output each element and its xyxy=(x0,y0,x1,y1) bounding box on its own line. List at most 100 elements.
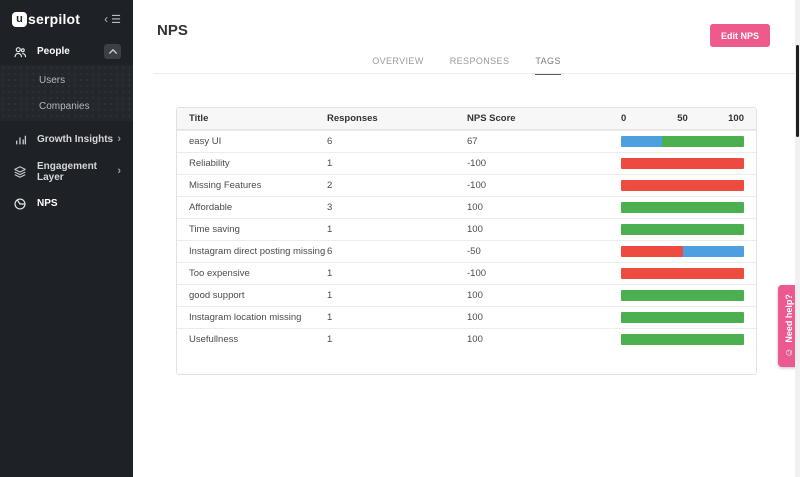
table-row[interactable]: Too expensive 1 -100 xyxy=(177,262,756,284)
nps-distribution-bar xyxy=(621,158,744,169)
tag-responses: 1 xyxy=(327,290,467,301)
nps-gauge-icon xyxy=(12,197,28,211)
bar-segment-detractor xyxy=(621,158,744,169)
bar-segment-promoter xyxy=(621,290,744,301)
sidebar-item-nps[interactable]: NPS xyxy=(0,190,133,217)
logo-text: serpilot xyxy=(28,11,80,27)
bar-segment-promoter xyxy=(621,334,744,345)
sidebar-item-label: NPS xyxy=(37,198,58,209)
table-row[interactable]: Reliability 1 -100 xyxy=(177,152,756,174)
sidebar-item-label: Growth Insights xyxy=(37,134,113,145)
nps-distribution-bar xyxy=(621,290,744,301)
sidebar-item-label: People xyxy=(37,46,70,57)
nps-distribution-bar xyxy=(621,180,744,191)
logo-icon: u xyxy=(12,12,27,27)
tag-responses: 1 xyxy=(327,224,467,235)
tag-responses: 6 xyxy=(327,246,467,257)
tag-responses: 1 xyxy=(327,312,467,323)
bar-chart-icon xyxy=(12,133,28,146)
tag-title: Instagram location missing xyxy=(189,312,327,323)
tag-nps-score: -100 xyxy=(467,180,621,191)
chevron-right-icon: › xyxy=(117,166,121,177)
tag-title: easy UI xyxy=(189,136,327,147)
bar-segment-detractor xyxy=(621,246,683,257)
sidebar-item-people[interactable]: People xyxy=(0,38,133,65)
tag-nps-score: 100 xyxy=(467,290,621,301)
tag-nps-score: 100 xyxy=(467,224,621,235)
tag-responses: 1 xyxy=(327,334,467,345)
tag-nps-score: 100 xyxy=(467,202,621,213)
table-row[interactable]: Time saving 1 100 xyxy=(177,218,756,240)
bar-segment-promoter xyxy=(621,312,744,323)
nps-distribution-bar xyxy=(621,268,744,279)
bar-segment-detractor xyxy=(621,268,744,279)
scrollbar-thumb[interactable] xyxy=(796,45,799,137)
tag-responses: 2 xyxy=(327,180,467,191)
people-submenu: Users Companies xyxy=(0,65,133,121)
bar-segment-promoter xyxy=(621,224,744,235)
tag-nps-score: -50 xyxy=(467,246,621,257)
page-title: NPS xyxy=(157,22,188,39)
main-content: NPS Edit NPS OVERVIEW RESPONSES TAGS Tit… xyxy=(133,0,800,477)
sidebar-item-companies[interactable]: Companies xyxy=(0,93,133,119)
bar-segment-passive xyxy=(683,246,745,257)
column-header-nps-score: NPS Score xyxy=(467,113,621,124)
bar-segment-promoter xyxy=(662,136,744,147)
edit-nps-button[interactable]: Edit NPS xyxy=(710,24,770,47)
tag-responses: 3 xyxy=(327,202,467,213)
chevron-right-icon: › xyxy=(117,134,121,145)
tag-nps-score: 100 xyxy=(467,334,621,345)
tag-title: Reliability xyxy=(189,158,327,169)
sidebar-item-label: Users xyxy=(39,75,65,86)
table-row[interactable]: Usefullness 1 100 xyxy=(177,328,756,350)
sidebar: u serpilot ‹ ☰ People xyxy=(0,0,133,477)
nps-distribution-bar xyxy=(621,136,744,147)
sidebar-item-growth-insights[interactable]: Growth Insights › xyxy=(0,126,133,153)
nps-distribution-bar xyxy=(621,224,744,235)
bar-scale: 0 50 100 xyxy=(621,108,744,129)
column-header-title: Title xyxy=(189,113,327,124)
table-row[interactable]: Missing Features 2 -100 xyxy=(177,174,756,196)
sidebar-item-engagement-layer[interactable]: Engagement Layer › xyxy=(0,158,133,185)
table-row[interactable]: Instagram direct posting missing 6 -50 xyxy=(177,240,756,262)
table-body: easy UI 6 67 Reliability 1 -100 Missing … xyxy=(177,130,756,350)
logo: u serpilot ‹ ☰ xyxy=(0,0,133,38)
tag-nps-score: 67 xyxy=(467,136,621,147)
scale-min-label: 0 xyxy=(621,113,626,124)
hamburger-icon: ☰ xyxy=(111,13,121,26)
tag-nps-score: -100 xyxy=(467,158,621,169)
people-icon xyxy=(12,45,28,59)
chevron-left-icon: ‹ xyxy=(104,13,108,25)
layers-icon xyxy=(12,165,28,179)
tag-title: Affordable xyxy=(189,202,327,213)
need-help-label: Need help? xyxy=(784,294,794,343)
smiley-icon: ☺ xyxy=(784,348,795,358)
scale-mid-label: 50 xyxy=(677,113,688,124)
tag-title: Too expensive xyxy=(189,268,327,279)
tag-title: Instagram direct posting missing xyxy=(189,246,327,257)
tag-nps-score: 100 xyxy=(467,312,621,323)
table-row[interactable]: Affordable 3 100 xyxy=(177,196,756,218)
tag-responses: 6 xyxy=(327,136,467,147)
tag-title: Missing Features xyxy=(189,180,327,191)
table-row[interactable]: Instagram location missing 1 100 xyxy=(177,306,756,328)
tag-title: Usefullness xyxy=(189,334,327,345)
sidebar-item-users[interactable]: Users xyxy=(0,67,133,93)
collapse-section-button[interactable] xyxy=(104,44,121,59)
tag-responses: 1 xyxy=(327,158,467,169)
tag-responses: 1 xyxy=(327,268,467,279)
scrollbar-track[interactable] xyxy=(795,0,800,477)
app-window: u serpilot ‹ ☰ People xyxy=(0,0,800,477)
table-row[interactable]: good support 1 100 xyxy=(177,284,756,306)
table-header-row: Title Responses NPS Score 0 50 100 xyxy=(177,108,756,130)
tag-title: Time saving xyxy=(189,224,327,235)
table-row[interactable]: easy UI 6 67 xyxy=(177,130,756,152)
sidebar-collapse-button[interactable]: ‹ ☰ xyxy=(104,13,121,26)
nps-distribution-bar xyxy=(621,312,744,323)
column-header-responses: Responses xyxy=(327,113,467,124)
sidebar-item-label: Engagement Layer xyxy=(37,161,117,183)
tag-nps-score: -100 xyxy=(467,268,621,279)
nps-distribution-bar xyxy=(621,246,744,257)
bar-segment-passive xyxy=(621,136,662,147)
sidebar-item-label: Companies xyxy=(39,101,90,112)
